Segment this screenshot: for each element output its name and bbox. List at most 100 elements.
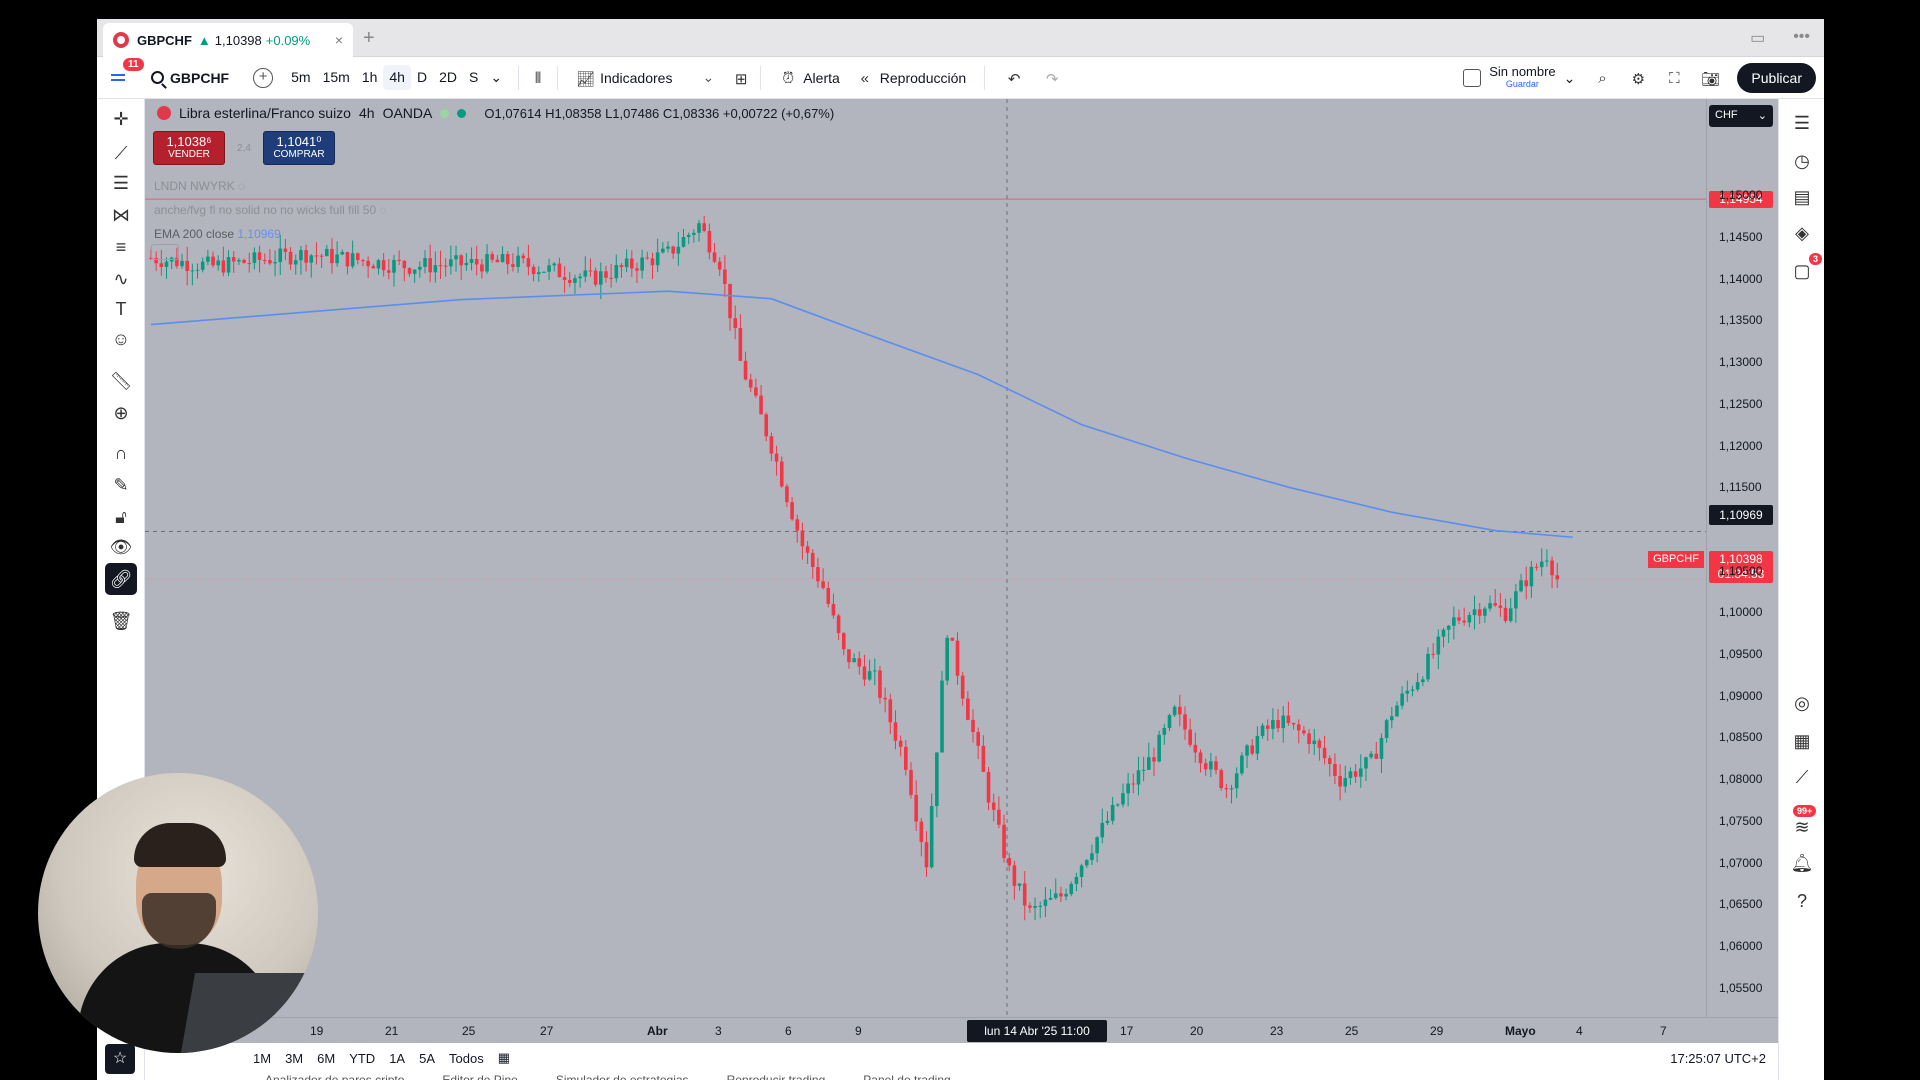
range-1a[interactable]: 1A (389, 1051, 405, 1066)
object-tree-icon[interactable]: ▤ (1790, 185, 1814, 209)
bottom-tab[interactable]: Reproducir trading (727, 1073, 826, 1080)
clock[interactable]: 17:25:07 UTC+2 (1670, 1051, 1766, 1066)
collapse-legend-button[interactable] (151, 244, 179, 260)
range-5a[interactable]: 5A (419, 1051, 435, 1066)
chevron-down-icon[interactable]: ⌄ (1564, 70, 1576, 87)
bottom-tab[interactable]: Panel de trading (863, 1073, 950, 1080)
bell-icon[interactable]: 🔔︎ (1790, 851, 1814, 875)
zoom-in-icon[interactable]: ⊕ (109, 401, 133, 425)
ideas-icon[interactable]: ≋ (1790, 815, 1814, 839)
bottom-tab[interactable]: Analizador de pares cripto (265, 1073, 404, 1080)
close-tab-icon[interactable]: × (335, 32, 343, 48)
range-ytd[interactable]: YTD (349, 1051, 375, 1066)
spread-value: 2,4 (237, 142, 251, 154)
camera-icon[interactable]: 📷︎ (1701, 70, 1720, 88)
bottom-tab[interactable]: Simulador de estrategias (556, 1073, 689, 1080)
save-layout[interactable]: Sin nombre Guardar ⌄ (1463, 65, 1576, 90)
chart-tab[interactable]: GBPCHF ▲ 1,10398 +0.09% × (103, 23, 353, 57)
layout-grid-icon[interactable]: ⊞ (732, 70, 750, 88)
interval-s[interactable]: S (463, 65, 484, 90)
trash-icon[interactable]: 🗑︎ (109, 609, 133, 633)
range-todos[interactable]: Todos (449, 1051, 484, 1066)
layers-icon[interactable]: ◈ (1790, 221, 1814, 245)
time-axis[interactable]: lun 14 Abr '25 11:00 19 21 25 27 Abr 3 6 9 17 20 2… (145, 1017, 1778, 1043)
monitor-icon[interactable]: ▭ (1750, 28, 1765, 48)
pencil-lock-icon[interactable]: ✎ (109, 473, 133, 497)
undo-icon[interactable]: ↶ (1005, 70, 1023, 88)
indicator-fvg[interactable]: anche/fvg fl no solid no no wicks full f… (154, 203, 387, 217)
more-icon[interactable]: ••• (1793, 28, 1810, 48)
candle-body (686, 234, 691, 237)
currency-selector[interactable]: CHF ⌄ (1709, 105, 1773, 127)
goto-date-icon[interactable]: ▦ (498, 1050, 510, 1066)
target-icon[interactable]: ◎ (1790, 691, 1814, 715)
buy-button[interactable]: 1,1041⁰ COMPRAR (263, 131, 335, 165)
interval-2d[interactable]: 2D (433, 65, 463, 90)
compare-symbol-icon[interactable]: + (253, 67, 274, 88)
publish-button[interactable]: Publicar (1737, 63, 1816, 93)
strategy-icon[interactable]: ⟋ (1790, 765, 1814, 789)
interval-4h[interactable]: 4h (383, 65, 411, 90)
horizontal-lines-icon[interactable]: ☰ (109, 171, 133, 195)
interval-5m[interactable]: 5m (285, 65, 316, 90)
watchlist-icon[interactable]: ☰ (1790, 111, 1814, 135)
indicators-icon: 📈︎ (576, 70, 596, 88)
magnet-icon[interactable]: ∩ (109, 441, 133, 465)
chevron-down-icon[interactable]: ⌄ (702, 69, 714, 86)
candlestick-plot[interactable] (145, 99, 1706, 1017)
presenter-beard (142, 893, 216, 949)
interval-1h[interactable]: 1h (356, 65, 384, 90)
fullscreen-icon[interactable]: ⛶ (1665, 70, 1683, 87)
candle-body (247, 262, 252, 264)
interval-dropdown-icon[interactable]: ⌄ (484, 65, 508, 90)
candle-body (1022, 883, 1027, 906)
bottom-tab[interactable]: Editor de Pine (442, 1073, 517, 1080)
crosshair-icon[interactable]: ✛ (109, 107, 133, 131)
calendar-icon[interactable]: ▦ (1790, 729, 1814, 753)
range-6m[interactable]: 6M (317, 1051, 335, 1066)
price-axis[interactable]: CHF ⌄ 1,14954 1,10969 1,10398 01:34:53 1,… (1706, 99, 1778, 1017)
interval-d[interactable]: D (411, 65, 433, 90)
fib-icon[interactable]: ≡ (109, 235, 133, 259)
help-icon[interactable]: ? (1790, 889, 1814, 913)
indicators-button[interactable]: 📈︎ Indicadores ⌄ (576, 69, 714, 88)
interval-15m[interactable]: 15m (317, 65, 356, 90)
text-icon[interactable]: T (109, 297, 133, 321)
eye-icon[interactable]: ◌ (238, 179, 245, 193)
eye-icon[interactable]: ◌ (379, 203, 386, 217)
redo-icon[interactable]: ↷ (1043, 70, 1061, 88)
menu-button[interactable]: 11 (109, 57, 144, 88)
candle-body (449, 259, 453, 267)
indicator-sessions[interactable]: LNDN NWYRK ◌ (154, 179, 245, 193)
layout-checkbox[interactable] (1463, 69, 1482, 87)
quick-search-icon[interactable]: ⌕ (1593, 70, 1611, 87)
divider (557, 65, 559, 90)
candle-body (1436, 636, 1441, 655)
lock-icon[interactable]: 🔓︎ (109, 505, 133, 529)
candle-body (1431, 653, 1435, 655)
candle-body (407, 268, 412, 274)
link-icon[interactable]: 🔗︎ (105, 563, 137, 595)
candle-body (573, 278, 577, 283)
settings-gear-icon[interactable]: ⚙︎ (1629, 70, 1647, 88)
brush-icon[interactable]: ∿ (109, 267, 133, 291)
replay-button[interactable]: « Reproducción (856, 69, 967, 87)
candle-body (702, 223, 706, 231)
candle-body (464, 262, 469, 266)
indicator-ema[interactable]: EMA 200 close 1,10969 (154, 227, 281, 241)
ruler-icon[interactable]: 📏︎ (109, 369, 133, 393)
favorite-star-icon[interactable]: ☆ (105, 1044, 135, 1074)
emoji-icon[interactable]: ☺ (109, 327, 133, 351)
sell-button[interactable]: 1,1038⁶ VENDER (153, 131, 225, 165)
eye-icon[interactable]: 👁︎ (109, 535, 133, 559)
replay-label: Reproducción (879, 69, 967, 86)
candle-type-icon[interactable]: ⫴ (529, 70, 547, 87)
alerts-clock-icon[interactable]: ◷ (1790, 149, 1814, 173)
trend-line-icon[interactable]: ⟋ (109, 141, 133, 165)
price-chart[interactable]: Libra esterlina/Franco suizo 4h OANDA O1… (145, 99, 1778, 1017)
new-tab-icon[interactable]: + (363, 27, 375, 50)
symbol-search[interactable]: GBPCHF (151, 70, 229, 86)
pattern-icon[interactable]: ⋈ (109, 203, 133, 227)
alert-button[interactable]: ⏰︎ Alerta (779, 70, 839, 87)
candle-body (1477, 609, 1482, 616)
